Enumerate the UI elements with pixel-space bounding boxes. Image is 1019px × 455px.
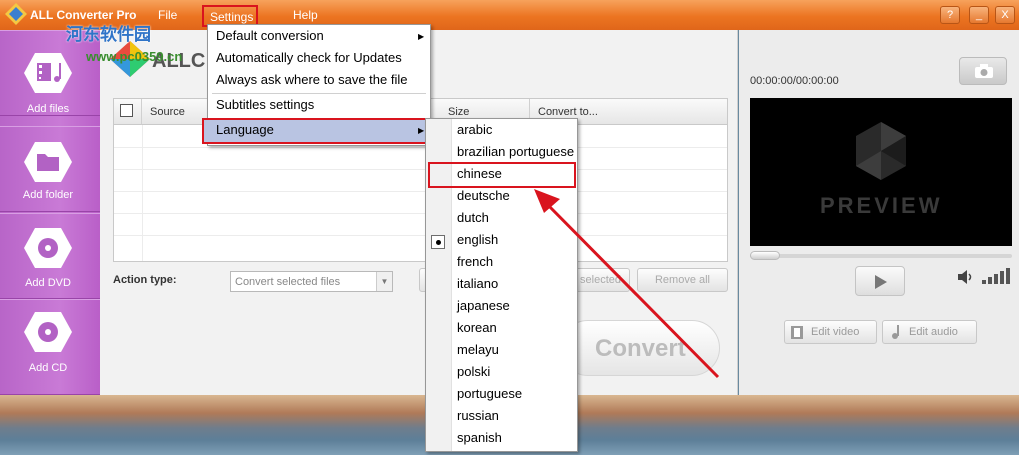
- action-type-select[interactable]: Convert selected files ▼: [230, 271, 393, 292]
- snapshot-button[interactable]: [959, 57, 1007, 85]
- edit-audio-label: Edit audio: [909, 326, 958, 338]
- language-item-dutch[interactable]: dutch: [457, 207, 489, 229]
- volume-icon[interactable]: [958, 270, 974, 284]
- sidebar-item-add-dvd[interactable]: Add DVD: [0, 213, 100, 299]
- chevron-down-icon[interactable]: ▼: [376, 272, 392, 291]
- grid-divider: [114, 169, 727, 170]
- camera-icon: [975, 64, 993, 78]
- menu-item-language[interactable]: Language: [216, 119, 274, 141]
- time-readout: 00:00:00/00:00:00: [750, 75, 839, 87]
- language-item-korean[interactable]: korean: [457, 317, 497, 339]
- language-item-brazilian-portuguese[interactable]: brazilian portuguese: [457, 141, 574, 163]
- annotation-arrow-icon: [534, 189, 720, 379]
- grid-divider: [142, 125, 143, 261]
- language-item-french[interactable]: french: [457, 251, 493, 273]
- volume-level-icon[interactable]: [982, 268, 1012, 284]
- sidebar-item-label: Add DVD: [25, 277, 71, 289]
- language-item-deutsche[interactable]: deutsche: [457, 185, 510, 207]
- film-music-icon: [24, 53, 72, 93]
- menu-item-ask-save-location[interactable]: Always ask where to save the file: [216, 69, 407, 91]
- sidebar-item-add-folder[interactable]: Add folder: [0, 126, 100, 212]
- cd-disc-icon: [24, 312, 72, 352]
- language-item-polski[interactable]: polski: [457, 361, 490, 383]
- language-item-arabic[interactable]: arabic: [457, 119, 492, 141]
- watermark-text: 河东软件园: [66, 25, 151, 44]
- select-all-header: [114, 99, 142, 125]
- sidebar-item-label: Add files: [26, 103, 70, 115]
- menu-item-default-conversion[interactable]: Default conversion: [216, 25, 324, 47]
- language-item-italiano[interactable]: italiano: [457, 273, 498, 295]
- edit-video-button[interactable]: Edit video: [784, 320, 877, 344]
- close-button[interactable]: X: [995, 6, 1015, 24]
- edit-audio-button[interactable]: Edit audio: [882, 320, 977, 344]
- app-window: ALL Converter Pro File Settings Help ? _…: [0, 0, 1019, 455]
- edit-video-label: Edit video: [811, 326, 860, 338]
- selected-bullet-icon: [431, 235, 445, 249]
- seek-bar[interactable]: [750, 254, 1012, 258]
- folder-icon: [24, 142, 72, 182]
- submenu-arrow-icon: ▶: [418, 126, 425, 135]
- preview-logo-icon: [856, 122, 906, 180]
- language-item-spanish[interactable]: spanish: [457, 427, 502, 449]
- music-note-icon: [892, 325, 899, 339]
- help-button[interactable]: ?: [940, 6, 960, 24]
- select-all-checkbox[interactable]: [120, 104, 133, 117]
- submenu-arrow-icon: ▶: [418, 32, 425, 41]
- preview-label: PREVIEW: [820, 193, 943, 218]
- app-logo-icon: [5, 3, 27, 25]
- title-bar: [0, 0, 1019, 30]
- dvd-disc-icon: [24, 228, 72, 268]
- menu-help[interactable]: Help: [293, 8, 318, 22]
- menu-file[interactable]: File: [158, 8, 177, 22]
- play-button[interactable]: [855, 266, 905, 296]
- sidebar-item-label: Add CD: [28, 362, 68, 374]
- menu-item-subtitles-settings[interactable]: Subtitles settings: [216, 94, 314, 116]
- action-type-value: Convert selected files: [235, 276, 341, 288]
- language-item-russian[interactable]: russian: [457, 405, 499, 427]
- play-icon: [875, 275, 887, 289]
- grid-divider: [114, 147, 727, 148]
- minimize-button[interactable]: _: [969, 6, 989, 24]
- language-item-japanese[interactable]: japanese: [457, 295, 510, 317]
- settings-menu: Default conversion ▶ Automatically check…: [202, 24, 431, 146]
- language-item-chinese[interactable]: chinese: [457, 163, 502, 185]
- language-item-portuguese[interactable]: portuguese: [457, 383, 522, 405]
- action-type-label: Action type:: [113, 274, 177, 286]
- language-item-english[interactable]: english: [457, 229, 498, 251]
- seek-handle[interactable]: [750, 251, 780, 260]
- film-icon: [791, 326, 803, 339]
- sidebar-item-label: Add folder: [22, 189, 74, 201]
- sidebar-item-add-cd[interactable]: Add CD: [0, 299, 100, 395]
- menu-item-check-updates[interactable]: Automatically check for Updates: [216, 47, 402, 69]
- language-item-melayu[interactable]: melayu: [457, 339, 499, 361]
- watermark-url: www.pc0359.cn: [86, 49, 183, 64]
- preview-screen: [750, 98, 1012, 246]
